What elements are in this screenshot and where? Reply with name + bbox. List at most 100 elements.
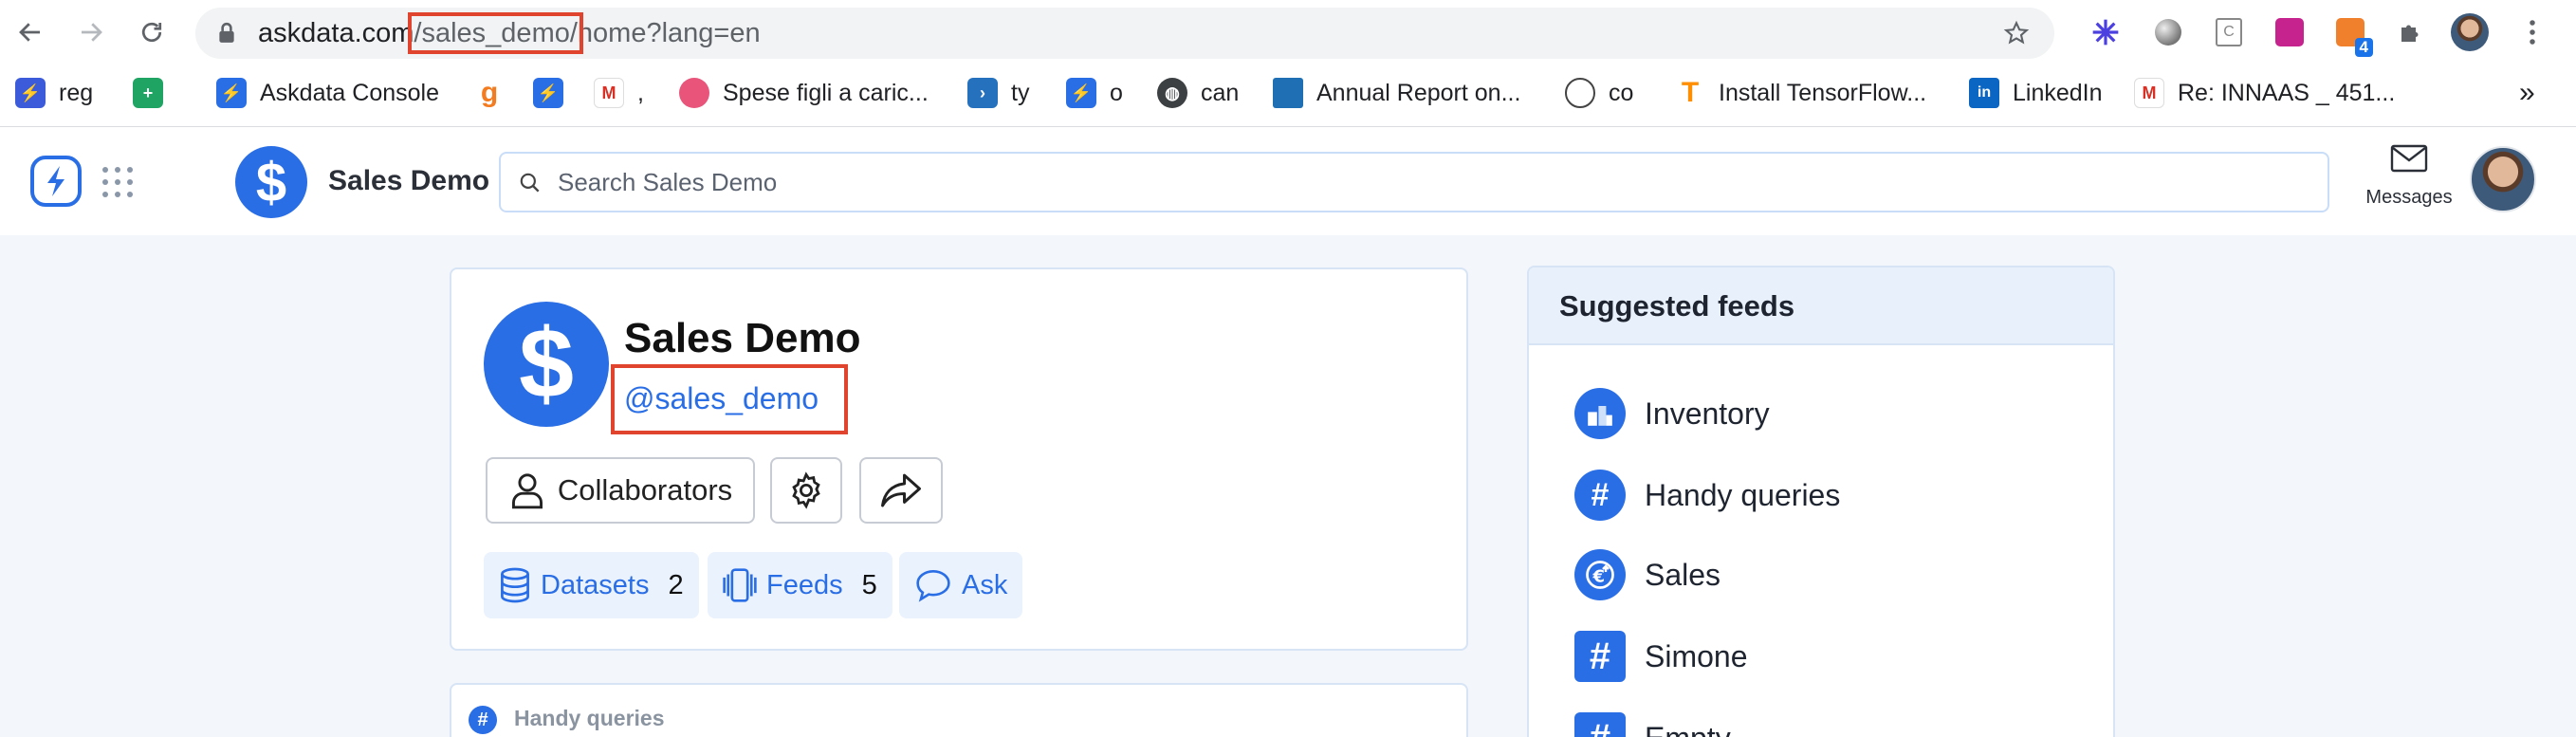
back-button[interactable] [11, 13, 49, 51]
suggested-feeds-title: Suggested feeds [1529, 267, 2113, 345]
forward-button[interactable] [72, 13, 110, 51]
browser-menu-icon[interactable] [2513, 13, 2551, 51]
bookmark-item[interactable]: g [474, 72, 505, 114]
feed-item-inventory[interactable]: Inventory [1574, 387, 1770, 440]
inventory-icon [1574, 388, 1626, 439]
bookmark-item[interactable]: ⚡ reg [15, 72, 93, 114]
extension-calendar-icon[interactable]: C [2210, 13, 2248, 51]
address-bar[interactable]: askdata.com/sales_demo/home?lang=en [195, 8, 2054, 59]
space-name[interactable]: Sales Demo [328, 165, 489, 197]
bookmark-item[interactable]: › ty [967, 72, 1029, 114]
collaborators-button[interactable]: Collaborators [486, 457, 755, 524]
forward-arrow-icon [82, 23, 102, 42]
egg-icon [1565, 78, 1595, 108]
linkedin-icon: in [1969, 78, 1999, 108]
gmail-icon: M [594, 78, 624, 108]
extensions-puzzle-icon[interactable] [2392, 13, 2430, 51]
space-logo[interactable]: $ [235, 146, 307, 218]
hashtag-square-icon: # [1574, 712, 1626, 737]
google-sheets-icon: + [133, 78, 163, 108]
search-bar[interactable] [499, 152, 2329, 212]
globe-icon: ◍ [1157, 78, 1187, 108]
feed-item-empty[interactable]: # Empty [1574, 711, 1731, 737]
url-host: askdata.com [258, 18, 414, 48]
datasets-count: 2 [668, 569, 684, 600]
feeds-label: Feeds [766, 569, 843, 600]
share-arrow-icon [881, 473, 921, 507]
bookmarks-overflow-button[interactable]: » [2519, 72, 2535, 114]
browser-chrome: askdata.com/sales_demo/home?lang=en C 4 … [0, 0, 2576, 127]
askdata-logo-icon[interactable] [28, 154, 83, 209]
feed-label: Handy queries [1645, 477, 1841, 512]
feeds-tab[interactable]: Feeds 5 [708, 552, 892, 618]
bookmark-star-icon[interactable] [2003, 20, 2030, 46]
bookmarks-bar: ⚡ reg + ⚡ Askdata Console g ⚡ M , Spese … [0, 68, 2576, 118]
handy-queries-label: Handy queries [514, 706, 665, 730]
askdata-icon: ⚡ [1066, 78, 1096, 108]
chat-bubble-icon [916, 569, 950, 602]
feeds-cards-icon [723, 568, 757, 602]
gear-icon [792, 471, 820, 509]
bookmark-item[interactable]: ⚡ [533, 72, 563, 114]
feed-item-sales[interactable]: € Sales [1574, 548, 1720, 601]
back-arrow-icon [19, 23, 40, 42]
feeds-count: 5 [861, 569, 877, 600]
search-input[interactable] [558, 159, 2303, 205]
hashtag-icon: # [469, 706, 497, 734]
person-icon [511, 473, 543, 509]
bookmark-item[interactable]: ◍ can [1157, 72, 1239, 114]
suggested-feeds-panel: Suggested feeds Inventory # Handy querie… [1527, 266, 2115, 737]
extension-orb-icon[interactable] [2149, 13, 2187, 51]
bookmark-item[interactable]: Annual Report on... [1273, 72, 1520, 114]
bookmark-item[interactable]: ⚡ Askdata Console [216, 72, 439, 114]
messages-button[interactable]: Messages [2362, 144, 2456, 209]
extension-pink-icon[interactable] [2271, 13, 2309, 51]
collaborators-label: Collaborators [557, 473, 733, 507]
mail-icon [2390, 144, 2428, 173]
url-path-highlight: /sales_demo/ [408, 12, 583, 54]
user-avatar[interactable] [2470, 146, 2536, 212]
datasets-label: Datasets [541, 569, 650, 600]
handy-queries-card[interactable]: # Handy queries [450, 683, 1468, 737]
profile-avatar-icon[interactable] [2451, 13, 2489, 51]
ask-label: Ask [962, 569, 1008, 600]
reload-button[interactable] [133, 13, 171, 51]
bookmark-item[interactable]: Spese figli a caric... [679, 72, 929, 114]
tensorflow-icon: T [1681, 77, 1700, 108]
hashtag-round-icon: # [1574, 470, 1626, 521]
bookmark-item[interactable]: in LinkedIn [1969, 72, 2103, 114]
feed-label: Inventory [1645, 396, 1770, 431]
bookmark-item[interactable]: co [1565, 72, 1633, 114]
url-text: askdata.com/sales_demo/home?lang=en [258, 8, 761, 59]
ask-tab[interactable]: Ask [899, 552, 1023, 618]
report-icon [1273, 78, 1303, 108]
askdata-icon: ⚡ [533, 78, 563, 108]
feed-label: Sales [1645, 557, 1721, 592]
extension-snowflake-icon[interactable] [2087, 13, 2125, 51]
bookmark-item[interactable]: + [133, 72, 163, 114]
space-title: Sales Demo [624, 315, 861, 361]
space-handle[interactable]: @sales_demo [624, 381, 819, 416]
feed-label: Simone [1645, 638, 1748, 673]
hashtag-square-icon: # [1574, 631, 1626, 682]
askdata-icon: ⚡ [216, 78, 247, 108]
bookmark-item[interactable]: M , [594, 72, 644, 114]
database-icon [501, 567, 529, 603]
extension-orange-icon[interactable]: 4 [2331, 13, 2373, 57]
settings-button[interactable] [770, 457, 842, 524]
feed-item-handy-queries[interactable]: # Handy queries [1574, 469, 1840, 522]
feed-item-simone[interactable]: # Simone [1574, 630, 1748, 683]
apps-grid-icon[interactable] [102, 167, 133, 197]
space-profile-card: $ Sales Demo @sales_demo Collaborators D… [450, 267, 1468, 651]
bookmark-item[interactable]: M Re: INNAAS _ 451... [2134, 72, 2395, 114]
datasets-tab[interactable]: Datasets 2 [484, 552, 699, 618]
lock-icon [219, 22, 234, 43]
g-orange-icon: g [480, 77, 499, 108]
url-rest: home?lang=en [577, 18, 761, 48]
pink-circle-icon [679, 78, 709, 108]
bookmark-item[interactable]: T Install TensorFlow... [1675, 72, 1926, 114]
share-button[interactable] [859, 457, 943, 524]
askdata-icon: ⚡ [15, 78, 46, 108]
powershell-icon: › [967, 78, 998, 108]
bookmark-item[interactable]: ⚡ o [1066, 72, 1123, 114]
